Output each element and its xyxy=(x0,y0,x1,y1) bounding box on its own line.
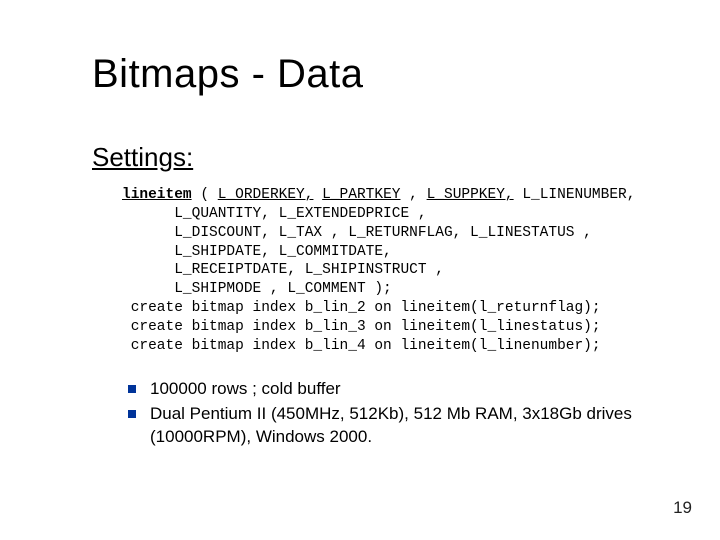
code-token-partkey: L_PARTKEY xyxy=(322,187,400,203)
code-token-lineitem: lineitem xyxy=(122,187,192,203)
code-token-orderkey: L_ORDERKEY, xyxy=(218,187,314,203)
list-item: 100000 rows ; cold buffer xyxy=(128,378,660,401)
note-text: Dual Pentium II (450MHz, 512Kb), 512 Mb … xyxy=(150,403,660,449)
code-line: L_QUANTITY, L_EXTENDEDPRICE , xyxy=(122,206,427,222)
code-line: create bitmap index b_lin_2 on lineitem(… xyxy=(122,300,601,316)
code-text: ( xyxy=(192,187,218,203)
page-number: 19 xyxy=(673,498,692,518)
settings-heading: Settings: xyxy=(92,142,193,173)
list-item: Dual Pentium II (450MHz, 512Kb), 512 Mb … xyxy=(128,403,660,449)
code-line: L_SHIPDATE, L_COMMITDATE, xyxy=(122,244,392,260)
square-bullet-icon xyxy=(128,385,136,393)
code-text: , xyxy=(400,187,426,203)
slide: Bitmaps - Data Settings: lineitem ( L_OR… xyxy=(0,0,720,540)
code-text: L_LINENUMBER, xyxy=(522,187,635,203)
code-token-suppkey: L_SUPPKEY, xyxy=(427,187,514,203)
code-text xyxy=(313,187,322,203)
notes-list: 100000 rows ; cold buffer Dual Pentium I… xyxy=(128,378,660,451)
note-text: 100000 rows ; cold buffer xyxy=(150,378,660,401)
slide-title: Bitmaps - Data xyxy=(92,52,364,97)
square-bullet-icon xyxy=(128,410,136,418)
code-block: lineitem ( L_ORDERKEY, L_PARTKEY , L_SUP… xyxy=(122,186,635,356)
code-line: create bitmap index b_lin_3 on lineitem(… xyxy=(122,319,601,335)
code-line: L_RECEIPTDATE, L_SHIPINSTRUCT , xyxy=(122,262,444,278)
code-line: L_SHIPMODE , L_COMMENT ); xyxy=(122,281,392,297)
code-line: create bitmap index b_lin_4 on lineitem(… xyxy=(122,338,601,354)
code-text xyxy=(514,187,523,203)
code-line: L_DISCOUNT, L_TAX , L_RETURNFLAG, L_LINE… xyxy=(122,225,592,241)
